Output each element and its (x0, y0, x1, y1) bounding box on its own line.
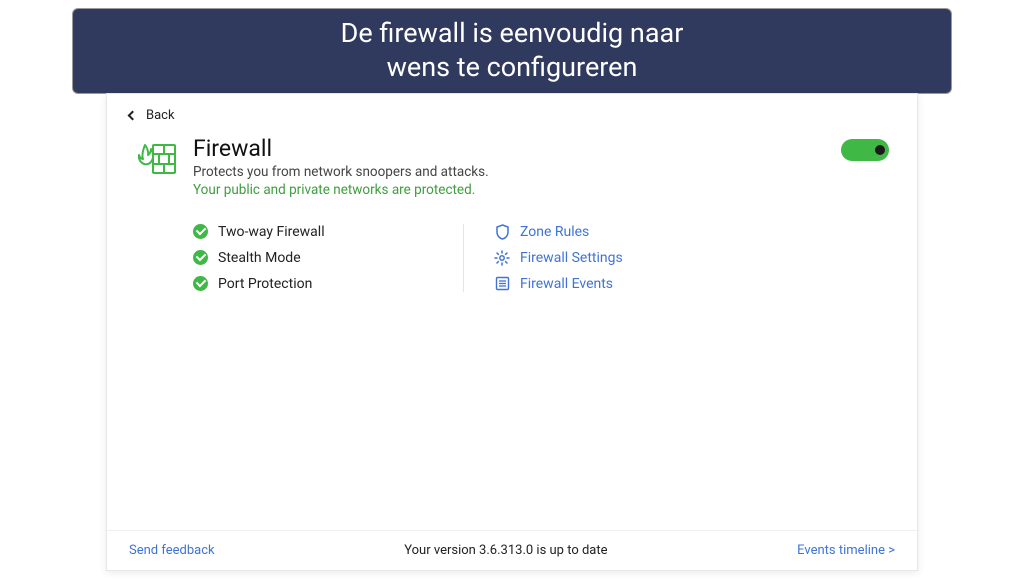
gear-icon (494, 250, 510, 266)
page-title: Firewall (193, 135, 841, 162)
zone-rules-link[interactable]: Zone Rules (494, 224, 623, 240)
toggle-knob (875, 145, 885, 155)
link-label: Firewall Events (520, 276, 613, 292)
status-text: Your public and private networks are pro… (193, 182, 841, 198)
content-columns: Two-way Firewall Stealth Mode Port Prote… (107, 202, 917, 292)
links-column: Zone Rules Firewall Settings Firewall Ev… (476, 224, 623, 292)
back-label: Back (146, 108, 175, 123)
version-text: Your version 3.6.313.0 is up to date (215, 543, 798, 558)
firewall-toggle[interactable] (841, 139, 889, 161)
check-icon (193, 250, 208, 265)
header-section: Firewall Protects you from network snoop… (107, 127, 917, 202)
header-text: Firewall Protects you from network snoop… (193, 135, 841, 198)
link-label: Firewall Settings (520, 250, 623, 266)
page-subtitle: Protects you from network snoopers and a… (193, 164, 841, 180)
shield-icon (494, 224, 510, 240)
feature-label: Port Protection (218, 276, 312, 292)
banner-line-1: De firewall is eenvoudig naar (93, 17, 931, 51)
column-divider (463, 224, 464, 292)
app-window: Back Firewall Protects you from network … (106, 93, 918, 571)
check-icon (193, 276, 208, 291)
footer: Send feedback Your version 3.6.313.0 is … (107, 530, 917, 570)
events-timeline-link[interactable]: Events timeline > (797, 543, 895, 558)
back-button[interactable]: Back (107, 94, 917, 127)
feature-item: Port Protection (193, 276, 463, 292)
caption-banner: De firewall is eenvoudig naar wens te co… (72, 8, 952, 94)
feature-item: Stealth Mode (193, 250, 463, 266)
check-icon (193, 224, 208, 239)
send-feedback-link[interactable]: Send feedback (129, 543, 215, 558)
features-column: Two-way Firewall Stealth Mode Port Prote… (193, 224, 463, 292)
firewall-settings-link[interactable]: Firewall Settings (494, 250, 623, 266)
list-icon (494, 276, 510, 292)
banner-line-2: wens te configureren (93, 51, 931, 85)
firewall-icon (135, 139, 177, 177)
feature-label: Two-way Firewall (218, 224, 325, 240)
chevron-left-icon (128, 110, 138, 120)
feature-label: Stealth Mode (218, 250, 301, 266)
feature-item: Two-way Firewall (193, 224, 463, 240)
link-label: Zone Rules (520, 224, 589, 240)
firewall-events-link[interactable]: Firewall Events (494, 276, 623, 292)
